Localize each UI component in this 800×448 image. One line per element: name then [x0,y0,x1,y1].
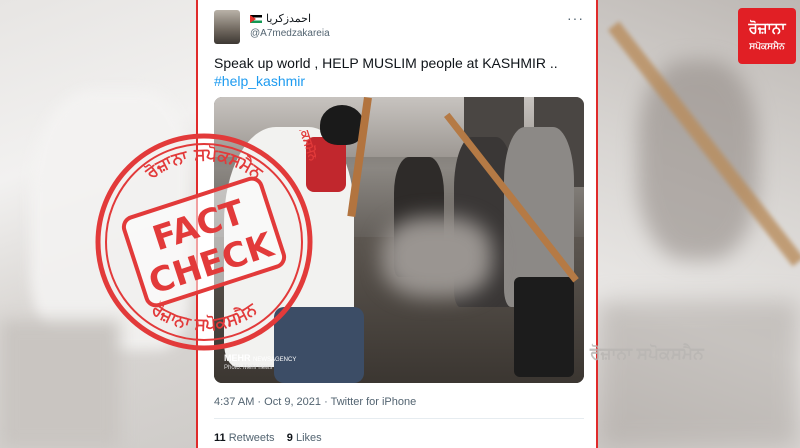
stamp-side-text: ਰੋਜ਼ਾਨਾ ਸਪੋਕਸਮੈਨ [282,130,316,163]
likes-stat[interactable]: 9 Likes [287,432,322,444]
likes-count: 9 [286,432,293,444]
palestine-flag-icon [250,14,262,23]
background-shadow [598,300,800,448]
hashtag-link[interactable]: #help_kashmir [214,72,586,90]
tweet-date[interactable]: Oct 9, 2021 [264,396,321,408]
author-handle[interactable]: @A7medzakareia [250,28,330,39]
agency-main: MEHR [224,353,251,363]
likes-label: Likes [295,432,322,444]
retweets-count: 11 [214,432,226,444]
agency-sub: NEWSAGENCY [253,357,297,363]
more-options-icon[interactable]: ··· [567,10,584,26]
brand-watermark: ਰੋਜ਼ਾਨਾ ਸਪੋਕਸਮੈਨ [590,344,704,363]
photo-blurred-area [382,217,492,297]
fact-check-stamp: ਰੋਜ਼ਾਨਾ ਸਪੋਕਸਮੈਨ ਰੋਜ਼ਾਨਾ ਸਪੋਕਸਮੈਨ FACT C… [95,130,316,351]
retweets-label: Retweets [228,432,275,444]
tweet-text: Speak up world , HELP MUSLIM people at K… [214,54,586,90]
logo-line1: ਰੋਜ਼ਾਨਾ [748,19,786,37]
photo-person [514,277,574,377]
tweet-source[interactable]: Twitter for iPhone [331,396,417,408]
tweet-meta: 4:37 AM · Oct 9, 2021 · Twitter for iPho… [214,396,416,408]
tweet-time[interactable]: 4:37 AM [214,396,254,408]
tweet-body: Speak up world , HELP MUSLIM people at K… [214,55,558,71]
divider [214,418,584,419]
avatar[interactable] [214,10,240,44]
author-display-name[interactable]: احمدزكريا [266,12,311,25]
photo-credit: Photo: Mehr news [224,365,273,371]
retweets-stat[interactable]: 11 Retweets [214,432,275,444]
author-name-row[interactable]: احمدزكريا [250,12,311,25]
logo-line2: ਸਪੋਕਸਮੈਨ [749,40,785,51]
tweet-stats: 11 Retweets 9 Likes [214,432,322,444]
photo-agency-watermark: MEHR NEWSAGENCY [224,353,296,363]
background-right-blurred [598,0,800,448]
brand-logo: ਰੋਜ਼ਾਨਾ ਸਪੋਕਸਮੈਨ [738,8,796,64]
